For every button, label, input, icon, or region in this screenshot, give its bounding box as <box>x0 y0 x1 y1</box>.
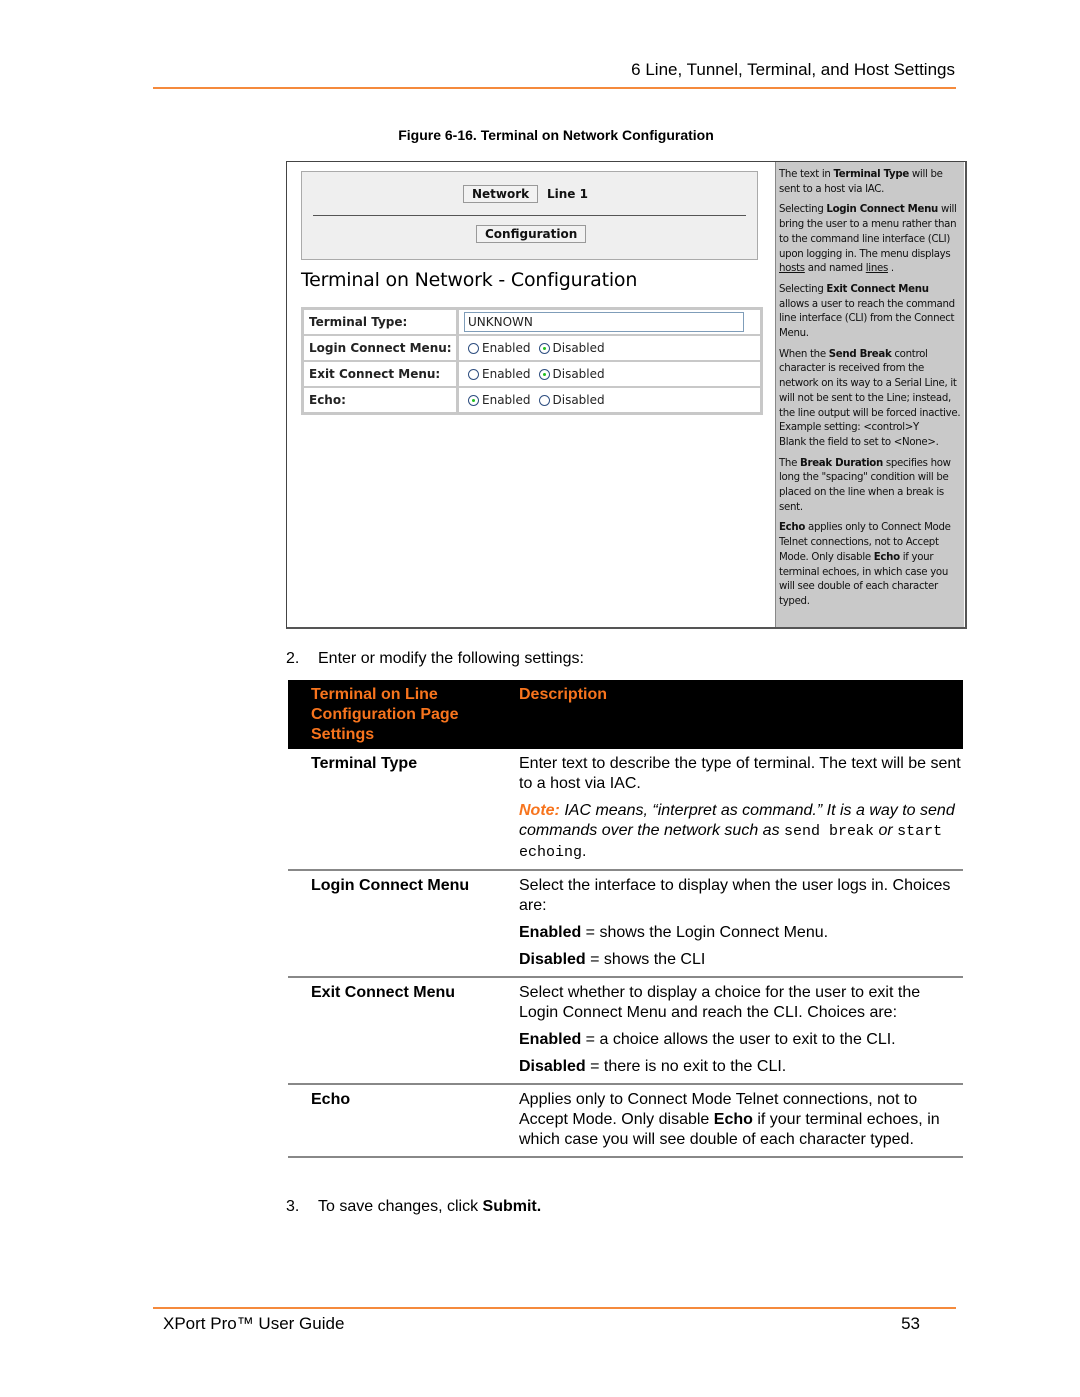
footer-page-number: 53 <box>901 1314 920 1333</box>
table-row: Echo Applies only to Connect Mode Telnet… <box>288 1084 963 1158</box>
radio-checked-icon <box>538 368 550 380</box>
line-1-link[interactable]: Line 1 <box>547 187 588 201</box>
terminal-type-input[interactable] <box>464 312 744 332</box>
step-2: 2. Enter or modify the following settings… <box>286 650 584 667</box>
login-connect-enabled-radio[interactable]: Enabled <box>468 341 531 355</box>
echo-disabled-radio[interactable]: Disabled <box>538 393 605 407</box>
form-row-echo: Echo: Enabled Disabled <box>304 388 760 412</box>
hosts-link[interactable]: hosts <box>779 263 805 274</box>
form-row-exit-connect-menu: Exit Connect Menu: Enabled Disabled <box>304 362 760 386</box>
web-ui-screenshot: Network Line 1 Configuration Terminal on… <box>286 161 967 629</box>
radio-unchecked-icon <box>538 394 550 406</box>
nav-box: Network Line 1 Configuration <box>301 171 758 260</box>
help-echo: Echo applies only to Connect Mode Telnet… <box>779 522 951 607</box>
figure-caption: Figure 6-16. Terminal on Network Configu… <box>398 127 714 143</box>
help-terminal-type: The text in Terminal Type will be sent t… <box>779 169 943 195</box>
setting-name: Terminal Type <box>288 749 496 871</box>
table-row: Login Connect Menu Select the interface … <box>288 870 963 978</box>
echo-enabled-radio[interactable]: Enabled <box>468 393 531 407</box>
terminal-type-label: Terminal Type: <box>304 310 456 334</box>
radio-checked-icon <box>538 342 550 354</box>
setting-description: Enter text to describe the type of termi… <box>496 749 963 871</box>
radio-unchecked-icon <box>468 368 479 380</box>
running-header: 6 Line, Tunnel, Terminal, and Host Setti… <box>631 60 955 79</box>
radio-checked-icon <box>468 394 479 406</box>
nav-divider <box>313 215 746 216</box>
header-rule <box>153 87 956 89</box>
echo-label: Echo: <box>304 388 456 412</box>
form-row-terminal-type: Terminal Type: <box>304 310 760 334</box>
table-row: Exit Connect Menu Select whether to disp… <box>288 977 963 1085</box>
help-break-duration: The Break Duration specifies how long th… <box>779 457 951 513</box>
settings-table: Terminal on Line Configuration Page Sett… <box>288 680 963 1158</box>
exit-connect-menu-label: Exit Connect Menu: <box>304 362 456 386</box>
header-settings: Terminal on Line Configuration Page Sett… <box>288 680 496 749</box>
form-row-login-connect-menu: Login Connect Menu: Enabled Disabled <box>304 336 760 360</box>
login-connect-disabled-radio[interactable]: Disabled <box>538 341 605 355</box>
lines-link[interactable]: lines <box>866 263 889 274</box>
footer-guide-title: XPort Pro™ User Guide <box>163 1314 345 1333</box>
help-exit-connect-menu: Selecting Exit Connect Menu allows a use… <box>779 283 955 340</box>
setting-description: Select whether to display a choice for t… <box>496 977 963 1085</box>
note: Note: IAC means, “interpret as command.”… <box>519 802 955 861</box>
setting-description: Select the interface to display when the… <box>496 870 963 978</box>
step-3: 3. To save changes, click Submit. <box>286 1198 542 1215</box>
exit-connect-disabled-radio[interactable]: Disabled <box>538 367 605 381</box>
help-panel: The text in Terminal Type will be sent t… <box>775 162 964 627</box>
setting-name: Exit Connect Menu <box>288 977 496 1085</box>
radio-unchecked-icon <box>468 342 479 354</box>
header-description: Description <box>496 680 963 749</box>
config-form: Terminal Type: Login Connect Menu: Enabl… <box>301 307 763 415</box>
table-row: Terminal Type Enter text to describe the… <box>288 749 963 871</box>
login-connect-menu-label: Login Connect Menu: <box>304 336 456 360</box>
configuration-button[interactable]: Configuration <box>476 225 587 243</box>
footer-rule <box>153 1307 956 1309</box>
setting-description: Applies only to Connect Mode Telnet conn… <box>496 1084 963 1158</box>
help-send-break: When the Send Break control character is… <box>779 348 961 448</box>
setting-name: Login Connect Menu <box>288 870 496 978</box>
table-header-row: Terminal on Line Configuration Page Sett… <box>288 680 963 749</box>
help-login-connect-menu: Selecting Login Connect Menu will bring … <box>779 204 957 275</box>
web-page-title: Terminal on Network - Configuration <box>301 269 638 291</box>
setting-name: Echo <box>288 1084 496 1158</box>
exit-connect-enabled-radio[interactable]: Enabled <box>468 367 531 381</box>
network-button[interactable]: Network <box>463 185 539 203</box>
